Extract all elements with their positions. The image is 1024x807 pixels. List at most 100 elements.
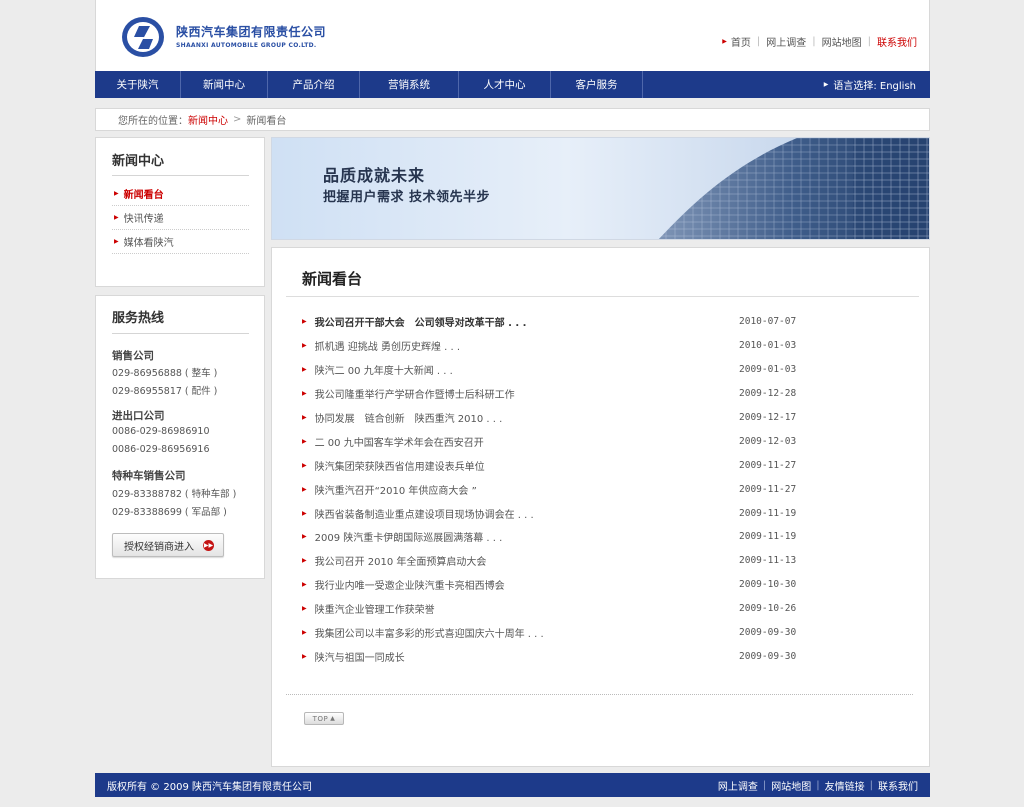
company-logo[interactable] xyxy=(120,15,166,59)
news-title[interactable]: 陕汽二 00 九年度十大新闻 . . . xyxy=(315,362,453,377)
sidebar-news-menu: 新闻中心 ▶ 新闻看台 ▶ 快讯传递 ▶ 媒体看陕汽 xyxy=(95,137,265,287)
nav-item-marketing[interactable]: 营销系统 xyxy=(360,71,459,98)
banner-subline: 把握用户需求 技术领先半步 xyxy=(323,190,491,205)
hotline-export-2: 0086-029-86956916 xyxy=(112,444,210,455)
news-title[interactable]: 我公司隆重举行产学研合作暨博士后科研工作 xyxy=(315,386,515,401)
news-title[interactable]: 我行业内唯一受邀企业陕汽重卡亮相西博会 xyxy=(315,577,505,592)
arrow-right-icon: ▶ xyxy=(114,214,119,221)
news-title[interactable]: 我集团公司以丰富多彩的形式喜迎国庆六十周年 . . . xyxy=(315,625,544,640)
sidebar-item-label: 快讯传递 xyxy=(123,214,164,225)
news-title[interactable]: 陕汽集团荣获陕西省信用建设表兵单位 xyxy=(315,458,485,473)
news-date: 2009-11-19 xyxy=(739,507,797,519)
nav-item-about[interactable]: 关于陕汽 xyxy=(95,71,181,98)
arrow-right-icon: ▶ xyxy=(302,485,307,493)
hotline-export-title: 进出口公司 xyxy=(112,410,165,422)
sidebar-item-label: 新闻看台 xyxy=(123,190,164,201)
news-item[interactable]: ▶ 我公司隆重举行产学研合作暨博士后科研工作 2009-12-28 xyxy=(302,382,902,406)
arrow-right-icon: ▶ xyxy=(302,581,307,589)
divider: | xyxy=(867,36,871,47)
dealer-button-label: 授权经销商进入 xyxy=(124,541,194,553)
nav-item-talent[interactable]: 人才中心 xyxy=(459,71,551,98)
news-item[interactable]: ▶ 陕汽二 00 九年度十大新闻 . . . 2009-01-03 xyxy=(302,358,902,382)
breadcrumb-current: 新闻看台 xyxy=(246,116,287,127)
arrow-right-icon: ▶ xyxy=(302,366,307,374)
news-item[interactable]: ▶ 陕汽重汽召开“2010 年供应商大会 ” 2009-11-27 xyxy=(302,477,902,501)
banner: 品质成就未来 把握用户需求 技术领先半步 xyxy=(271,137,930,240)
hotline-special-2: 029-83388699 ( 军品部 ) xyxy=(112,507,227,518)
footer-copyright: 版权所有 © 2009 陕西汽车集团有限责任公司 xyxy=(107,781,312,793)
company-name-en: SHAANXI AUTOMOBILE GROUP CO.LTD. xyxy=(176,42,317,49)
arrow-right-icon: ▶ xyxy=(302,461,307,469)
chevron-right-icon: > xyxy=(233,114,242,125)
nav-item-service[interactable]: 客户服务 xyxy=(551,71,643,98)
fast-forward-icon: ▶▶ xyxy=(203,540,214,551)
news-item[interactable]: ▶ 我公司召开干部大会 公司领导对改革干部 . . . 2010-07-07 xyxy=(302,310,902,334)
dealer-login-button[interactable]: 授权经销商进入 ▶▶ xyxy=(112,533,224,557)
nav-item-news[interactable]: 新闻中心 xyxy=(181,71,268,98)
back-to-top-button[interactable]: TOP ▲ xyxy=(304,712,344,725)
news-date: 2009-11-27 xyxy=(739,483,797,495)
news-item[interactable]: ▶ 陕汽与祖国一同成长 2009-09-30 xyxy=(302,644,902,668)
arrow-right-icon: ▶ xyxy=(722,38,727,45)
arrow-right-icon: ▶ xyxy=(302,557,307,565)
arrow-right-icon: ▶ xyxy=(302,652,307,660)
news-title[interactable]: 我公司召开干部大会 公司领导对改革干部 . . . xyxy=(315,314,527,329)
sidebar-item-news-board[interactable]: ▶ 新闻看台 xyxy=(112,182,249,206)
main-nav: 关于陕汽 新闻中心 产品介绍 营销系统 人才中心 客户服务 ▶ 语言选择: En… xyxy=(95,71,930,98)
link-sitemap[interactable]: 网站地图 xyxy=(822,34,862,49)
news-title[interactable]: 2009 陕汽重卡伊朗国际巡展圆满落幕 . . . xyxy=(315,529,503,544)
news-title[interactable]: 陕重汽企业管理工作获荣誉 xyxy=(315,601,435,616)
news-title[interactable]: 二 00 九中国客车学术年会在西安召开 xyxy=(315,434,484,449)
nav-item-products[interactable]: 产品介绍 xyxy=(268,71,360,98)
news-item[interactable]: ▶ 我集团公司以丰富多彩的形式喜迎国庆六十周年 . . . 2009-09-30 xyxy=(302,621,902,645)
news-item[interactable]: ▶ 协同发展 链合创新 陕西重汽 2010 . . . 2009-12-17 xyxy=(302,406,902,430)
news-item[interactable]: ▶ 2009 陕汽重卡伊朗国际巡展圆满落幕 . . . 2009-11-19 xyxy=(302,525,902,549)
news-title[interactable]: 陕汽与祖国一同成长 xyxy=(315,649,405,664)
divider xyxy=(286,694,913,695)
news-item[interactable]: ▶ 陕汽集团荣获陕西省信用建设表兵单位 2009-11-27 xyxy=(302,453,902,477)
company-name: 陕西汽车集团有限责任公司 SHAANXI AUTOMOBILE GROUP CO… xyxy=(176,23,326,49)
language-label: 语言选择: English xyxy=(833,81,916,92)
news-date: 2009-11-27 xyxy=(739,459,797,471)
news-date: 2010-01-03 xyxy=(739,340,797,352)
news-item[interactable]: ▶ 二 00 九中国客车学术年会在西安召开 2009-12-03 xyxy=(302,429,902,453)
news-item[interactable]: ▶ 陕重汽企业管理工作获荣誉 2009-10-26 xyxy=(302,597,902,621)
news-date: 2009-10-26 xyxy=(739,603,797,615)
link-home[interactable]: 首页 xyxy=(731,34,751,49)
news-item[interactable]: ▶ 我公司召开 2010 年全面预算启动大会 2009-11-13 xyxy=(302,549,902,573)
footer-links: 网上调查 | 网站地图 | 友情链接 | 联系我们 xyxy=(718,778,918,793)
footer-link-contact[interactable]: 联系我们 xyxy=(878,778,918,793)
news-title[interactable]: 陕汽重汽召开“2010 年供应商大会 ” xyxy=(315,482,477,497)
footer-link-friends[interactable]: 友情链接 xyxy=(825,778,865,793)
link-survey[interactable]: 网上调查 xyxy=(766,34,806,49)
footer-link-sitemap[interactable]: 网站地图 xyxy=(771,778,811,793)
sidebar-item-flash-news[interactable]: ▶ 快讯传递 xyxy=(112,206,249,230)
page: 陕西汽车集团有限责任公司 SHAANXI AUTOMOBILE GROUP CO… xyxy=(95,0,930,807)
news-date: 2009-12-28 xyxy=(739,388,797,400)
company-name-cn: 陕西汽车集团有限责任公司 xyxy=(176,25,327,39)
news-title[interactable]: 陕西省装备制造业重点建设项目现场协调会在 . . . xyxy=(315,506,534,521)
divider: | xyxy=(816,779,820,791)
hotline-special-title: 特种车销售公司 xyxy=(112,470,186,482)
link-contact[interactable]: 联系我们 xyxy=(877,34,917,49)
news-content: 新闻看台 ▶ 我公司召开干部大会 公司领导对改革干部 . . . 2010-07-0… xyxy=(271,247,930,767)
top-links: ▶ 首页 | 网上调查 | 网站地图 | 联系我们 xyxy=(722,34,917,49)
news-title[interactable]: 抓机遇 迎挑战 勇创历史辉煌 . . . xyxy=(315,338,460,353)
hotline-sales-1: 029-86956888 ( 整车 ) xyxy=(112,368,218,379)
footer-link-survey[interactable]: 网上调查 xyxy=(718,778,758,793)
news-title[interactable]: 协同发展 链合创新 陕西重汽 2010 . . . xyxy=(315,410,503,425)
sidebar-item-media[interactable]: ▶ 媒体看陕汽 xyxy=(112,230,249,254)
news-title[interactable]: 我公司召开 2010 年全面预算启动大会 xyxy=(315,553,487,568)
news-date: 2009-12-17 xyxy=(739,412,797,423)
arrow-right-icon: ▶ xyxy=(302,414,307,421)
news-item[interactable]: ▶ 我行业内唯一受邀企业陕汽重卡亮相西博会 2009-10-30 xyxy=(302,573,902,597)
hotline-export-1: 0086-029-86986910 xyxy=(112,426,210,437)
breadcrumb-section[interactable]: 新闻中心 xyxy=(188,112,228,127)
news-item[interactable]: ▶ 陕西省装备制造业重点建设项目现场协调会在 . . . 2009-11-19 xyxy=(302,501,902,525)
news-item[interactable]: ▶ 抓机遇 迎挑战 勇创历史辉煌 . . . 2010-01-03 xyxy=(302,334,902,358)
language-select[interactable]: ▶ 语言选择: English xyxy=(824,71,916,98)
divider xyxy=(286,296,919,297)
news-date: 2010-07-07 xyxy=(739,316,797,328)
divider xyxy=(112,333,249,334)
breadcrumb-prefix: 您所在的位置： xyxy=(118,116,188,127)
